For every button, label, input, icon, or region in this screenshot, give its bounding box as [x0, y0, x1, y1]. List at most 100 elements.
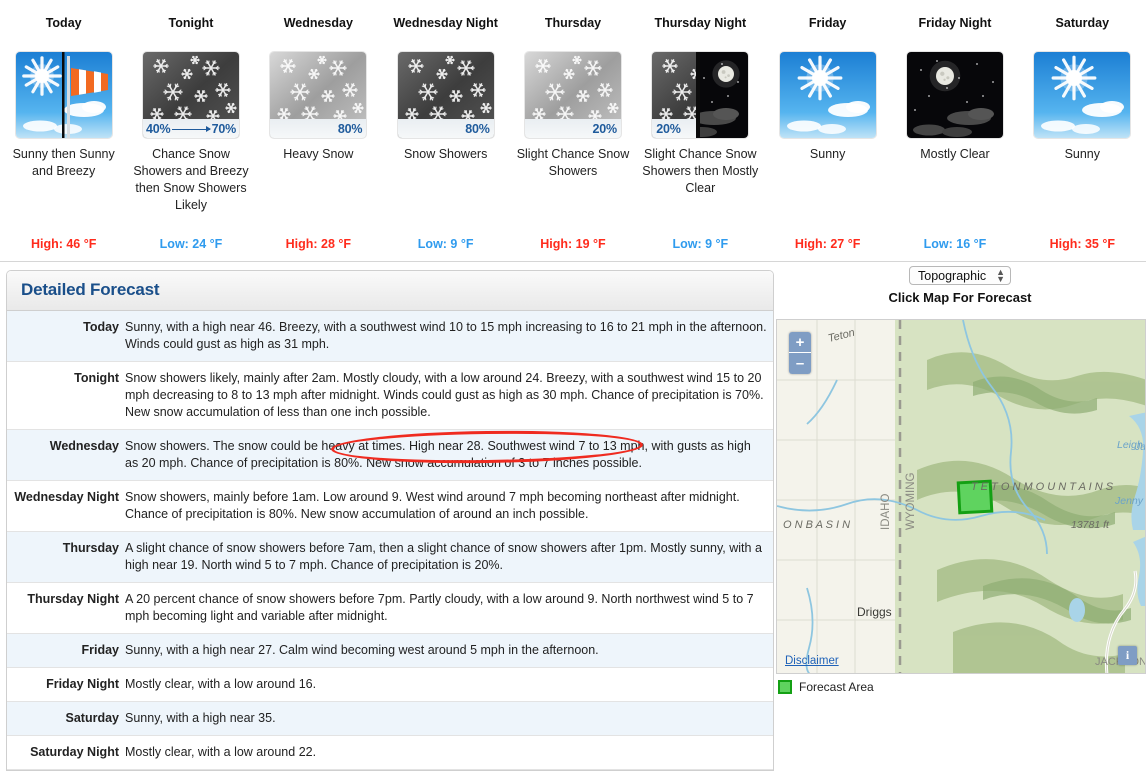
map-label-driggs: Driggs	[857, 605, 892, 619]
detailed-forecast-header: Detailed Forecast	[7, 271, 773, 311]
click-map-label: Click Map For Forecast	[778, 290, 1142, 305]
period-name: Friday Night	[919, 15, 992, 47]
forecast-period-label: Today	[7, 311, 125, 362]
forecast-period-label: Saturday	[7, 702, 125, 736]
map-label-teton-basin: O N B A S I N	[783, 519, 850, 531]
zoom-out-button[interactable]: –	[789, 353, 811, 374]
forecast-period-column: Friday Night Mostly ClearLow: 16 °F	[891, 6, 1018, 251]
map-type-select[interactable]: Topographic	[909, 266, 1011, 285]
forecast-period-text: A 20 percent chance of snow showers befo…	[125, 583, 773, 634]
table-row: Wednesday NightSnow showers, mainly befo…	[7, 481, 773, 532]
period-short-description: Sunny then Sunny and Breezy	[4, 146, 123, 231]
info-icon[interactable]: i	[1118, 646, 1137, 665]
period-name: Friday	[809, 15, 847, 47]
forecast-area-swatch	[778, 680, 792, 694]
period-short-description: Sunny	[1065, 146, 1100, 231]
heavy-snow-icon: 80%	[270, 52, 366, 138]
forecast-period-label: Tonight	[7, 362, 125, 430]
precip-probability-range-badge: 40% 70%	[143, 119, 239, 138]
sunny-icon	[780, 52, 876, 138]
table-row: SaturdaySunny, with a high near 35.	[7, 702, 773, 736]
high-temperature: High: 19 °F	[540, 231, 605, 251]
forecast-period-column: Saturday SunnyHigh: 35 °F	[1019, 6, 1146, 251]
high-temperature: High: 27 °F	[795, 231, 860, 251]
snow-then-clear-night-icon: 20%	[652, 52, 748, 138]
precip-probability-badge: 20%	[525, 119, 621, 138]
map-controls: Topographic ▲▼ Click Map For Forecast	[774, 266, 1146, 305]
period-short-description: Heavy Snow	[283, 146, 353, 231]
period-name: Wednesday Night	[393, 15, 498, 47]
pop-end: 70%	[212, 122, 236, 136]
low-temperature: Low: 9 °F	[418, 231, 474, 251]
mostly-clear-night-icon	[907, 52, 1003, 138]
map-label-elevation: 13781 ft	[1071, 519, 1110, 531]
table-row: Friday NightMostly clear, with a low aro…	[7, 668, 773, 702]
disclaimer-link[interactable]: Disclaimer	[785, 655, 839, 667]
forecast-period-text: Sunny, with a high near 46. Breezy, with…	[125, 311, 773, 362]
high-temperature: High: 46 °F	[31, 231, 96, 251]
forecast-period-column: Friday SunnyHigh: 27 °F	[764, 6, 891, 251]
forecast-period-text: Sunny, with a high near 27. Calm wind be…	[125, 634, 773, 668]
forecast-period-column: Tonight 40% 70% Chance Snow Showers and Bre…	[127, 6, 254, 251]
high-temperature: High: 35 °F	[1050, 231, 1115, 251]
low-temperature: Low: 9 °F	[672, 231, 728, 251]
period-short-description: Chance Snow Showers and Breezy then Snow…	[131, 146, 250, 231]
legend-label: Forecast Area	[799, 680, 874, 694]
forecast-period-label: Thursday Night	[7, 583, 125, 634]
forecast-period-column: Today Sunny then Sunny and BreezyHigh: 4…	[0, 6, 127, 251]
low-temperature: Low: 24 °F	[160, 231, 223, 251]
precip-probability-badge: 80%	[398, 119, 494, 138]
pop-start: 40%	[146, 122, 170, 136]
forecast-period-text: Sunny, with a high near 35.	[125, 702, 773, 736]
map-label-teton-mountains: T E T O N M O U N T A I N S	[971, 481, 1114, 493]
period-short-description: Slight Chance Snow Showers then Mostly C…	[641, 146, 760, 231]
forecast-period-text: Snow showers likely, mainly after 2am. M…	[125, 362, 773, 430]
page-title: Detailed Forecast	[21, 280, 759, 300]
period-name: Thursday	[545, 15, 601, 47]
forecast-period-label: Thursday	[7, 532, 125, 583]
map-label-wyoming: WYOMING	[905, 472, 917, 530]
forecast-period-column: Wednesday Night 80% Snow ShowersLow: 9 °F	[382, 6, 509, 251]
forecast-period-label: Friday Night	[7, 668, 125, 702]
sunny-windy-icon	[16, 52, 112, 138]
forecast-period-text: Snow showers, mainly before 1am. Low aro…	[125, 481, 773, 532]
arrow-right-icon	[172, 129, 209, 130]
map-panel: Topographic ▲▼ Click Map For Forecast	[774, 262, 1146, 694]
high-temperature: High: 28 °F	[286, 231, 351, 251]
table-row: FridaySunny, with a high near 27. Calm w…	[7, 634, 773, 668]
table-row: Thursday NightA 20 percent chance of sno…	[7, 583, 773, 634]
map-legend: Forecast Area	[778, 680, 1146, 694]
detailed-forecast-panel: Detailed Forecast TodaySunny, with a hig…	[6, 270, 774, 771]
period-short-description: Snow Showers	[404, 146, 487, 231]
map-label-idaho: IDAHO	[880, 494, 892, 530]
forecast-period-label: Wednesday	[7, 430, 125, 481]
forecast-period-text: Snow showers. The snow could be heavy at…	[125, 430, 773, 481]
forecast-period-text: A slight chance of snow showers before 7…	[125, 532, 773, 583]
table-row: WednesdaySnow showers. The snow could be…	[7, 430, 773, 481]
map-label-jenny-lake: Jenny Lake	[1114, 495, 1146, 507]
forecast-period-column: Thursday20%Slight Chance Snow ShowersHig…	[509, 6, 636, 251]
zoom-in-button[interactable]: +	[789, 332, 811, 353]
slight-chance-snow-icon: 20%	[525, 52, 621, 138]
map-zoom-controls[interactable]: + –	[789, 332, 811, 374]
precip-probability-badge: 80%	[270, 119, 366, 138]
period-name: Thursday Night	[654, 15, 746, 47]
seven-day-forecast-strip: Today Sunny then Sunny and BreezyHigh: 4…	[0, 0, 1146, 262]
period-short-description: Mostly Clear	[920, 146, 989, 231]
map-canvas: T E T O N M O U N T A I N S O N B A S I …	[777, 320, 1146, 674]
period-name: Tonight	[169, 15, 214, 47]
precip-probability-badge: 20%	[652, 119, 696, 138]
table-row: ThursdayA slight chance of snow showers …	[7, 532, 773, 583]
period-short-description: Sunny	[810, 146, 845, 231]
forecast-period-column: Wednesday80%Heavy SnowHigh: 28 °F	[255, 6, 382, 251]
table-row: TodaySunny, with a high near 46. Breezy,…	[7, 311, 773, 362]
snow-showers-icon: 80%	[398, 52, 494, 138]
map-type-select-wrapper[interactable]: Topographic ▲▼	[909, 266, 1011, 285]
table-row: TonightSnow showers likely, mainly after…	[7, 362, 773, 430]
forecast-period-label: Friday	[7, 634, 125, 668]
forecast-period-text: Mostly clear, with a low around 16.	[125, 668, 773, 702]
map-label-jackson-lake: Ja	[1134, 441, 1146, 453]
low-temperature: Low: 16 °F	[924, 231, 987, 251]
sunny-icon	[1034, 52, 1130, 138]
forecast-map[interactable]: T E T O N M O U N T A I N S O N B A S I …	[776, 319, 1146, 674]
